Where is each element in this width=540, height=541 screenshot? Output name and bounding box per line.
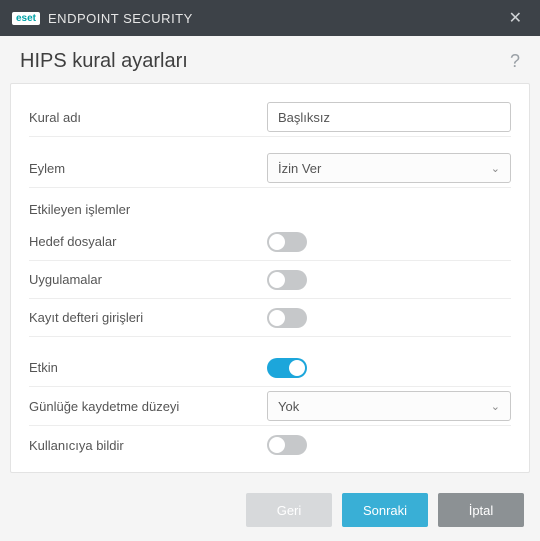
row-registry-entries: Kayıt defteri girişleri bbox=[29, 299, 511, 337]
settings-panel: Kural adı Eylem İzin Ver ⌄ Etkileyen işl… bbox=[10, 83, 530, 473]
target-files-toggle[interactable] bbox=[267, 232, 307, 252]
log-level-select[interactable]: Yok ⌄ bbox=[267, 391, 511, 421]
next-button[interactable]: Sonraki bbox=[342, 493, 428, 527]
log-level-selected: Yok bbox=[278, 399, 299, 414]
brand: eset ENDPOINT SECURITY bbox=[12, 11, 193, 26]
help-icon[interactable]: ? bbox=[510, 51, 520, 72]
chevron-down-icon: ⌄ bbox=[491, 162, 500, 175]
applications-label: Uygulamalar bbox=[29, 272, 267, 287]
cancel-button[interactable]: İptal bbox=[438, 493, 524, 527]
row-rule-name: Kural adı bbox=[29, 98, 511, 137]
log-level-label: Günlüğe kaydetme düzeyi bbox=[29, 399, 267, 414]
rule-name-label: Kural adı bbox=[29, 110, 267, 125]
notify-user-toggle[interactable] bbox=[267, 435, 307, 455]
enabled-toggle[interactable] bbox=[267, 358, 307, 378]
row-log-level: Günlüğe kaydetme düzeyi Yok ⌄ bbox=[29, 387, 511, 426]
enabled-label: Etkin bbox=[29, 360, 267, 375]
titlebar: eset ENDPOINT SECURITY ✕ bbox=[0, 0, 540, 36]
brand-text: ENDPOINT SECURITY bbox=[48, 11, 193, 26]
brand-logo: eset bbox=[12, 12, 40, 25]
applications-toggle[interactable] bbox=[267, 270, 307, 290]
registry-entries-toggle[interactable] bbox=[267, 308, 307, 328]
notify-user-label: Kullanıcıya bildir bbox=[29, 438, 267, 453]
close-icon[interactable]: ✕ bbox=[503, 4, 528, 32]
footer: Geri Sonraki İptal bbox=[0, 483, 540, 541]
row-enabled: Etkin bbox=[29, 349, 511, 387]
affecting-ops-label: Etkileyen işlemler bbox=[29, 188, 511, 223]
rule-name-input[interactable] bbox=[267, 102, 511, 132]
back-button: Geri bbox=[246, 493, 332, 527]
page-title: HIPS kural ayarları bbox=[20, 50, 188, 73]
action-label: Eylem bbox=[29, 161, 267, 176]
target-files-label: Hedef dosyalar bbox=[29, 234, 267, 249]
action-selected: İzin Ver bbox=[278, 161, 321, 176]
row-applications: Uygulamalar bbox=[29, 261, 511, 299]
action-select[interactable]: İzin Ver ⌄ bbox=[267, 153, 511, 183]
registry-entries-label: Kayıt defteri girişleri bbox=[29, 310, 267, 325]
row-notify-user: Kullanıcıya bildir bbox=[29, 426, 511, 464]
row-action: Eylem İzin Ver ⌄ bbox=[29, 149, 511, 188]
page-header: HIPS kural ayarları ? bbox=[0, 36, 540, 83]
row-target-files: Hedef dosyalar bbox=[29, 223, 511, 261]
chevron-down-icon: ⌄ bbox=[491, 400, 500, 413]
